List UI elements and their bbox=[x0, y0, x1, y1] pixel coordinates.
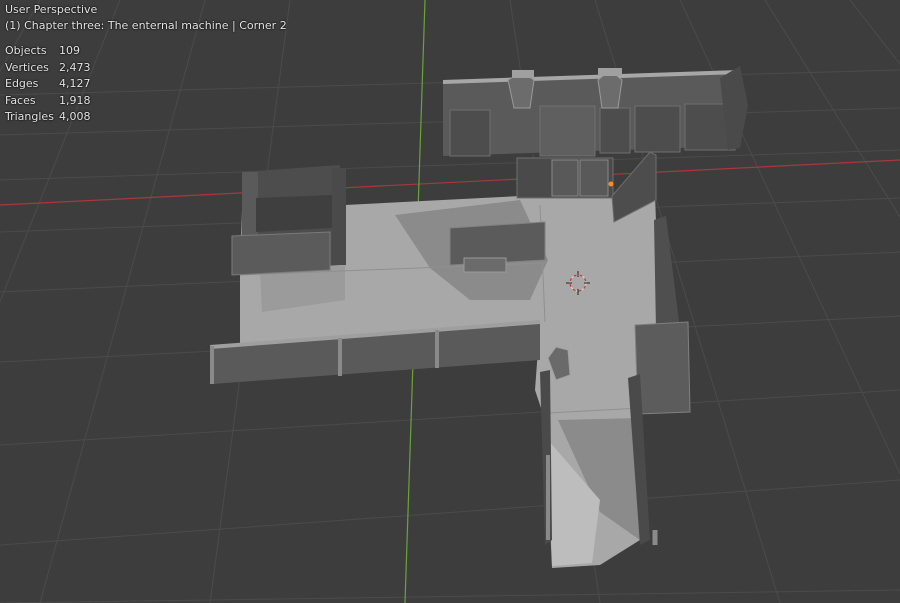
stat-row-triangles: Triangles 4,008 bbox=[5, 109, 91, 126]
stat-value: 4,008 bbox=[59, 110, 91, 123]
stat-row-objects: Objects 109 bbox=[5, 43, 91, 60]
scene-canvas[interactable] bbox=[0, 0, 900, 603]
stat-value: 2,473 bbox=[59, 60, 91, 74]
stat-row-faces: Faces 1,918 bbox=[5, 93, 91, 110]
stat-label: Edges bbox=[5, 77, 39, 90]
left-room[interactable] bbox=[231, 165, 346, 276]
stat-label: Faces bbox=[5, 93, 36, 107]
statistics-overlay: Objects 109 Vertices 2,473 Edges 4,127 Face… bbox=[5, 43, 91, 126]
viewport-info: User Perspective (1) Chapter three: The … bbox=[5, 2, 287, 34]
door-section[interactable] bbox=[516, 157, 614, 199]
top-room[interactable] bbox=[443, 66, 748, 157]
selected-object-dot[interactable] bbox=[608, 181, 614, 187]
stat-value: 109 bbox=[59, 44, 80, 57]
stat-label: Objects bbox=[5, 44, 47, 57]
view-name: User Perspective bbox=[5, 3, 98, 16]
stat-value: 4,127 bbox=[59, 77, 91, 90]
3d-viewport[interactable]: User Perspective (1) Chapter three: The … bbox=[0, 0, 900, 603]
stat-label: Vertices bbox=[5, 60, 49, 74]
stat-row-vertices: Vertices 2,473 bbox=[5, 60, 91, 77]
stat-row-edges: Edges 4,127 bbox=[5, 76, 91, 93]
stat-value: 1,918 bbox=[59, 93, 91, 107]
stat-label: Triangles bbox=[5, 110, 54, 123]
scene-info: (1) Chapter three: The enternal machine … bbox=[5, 19, 287, 32]
